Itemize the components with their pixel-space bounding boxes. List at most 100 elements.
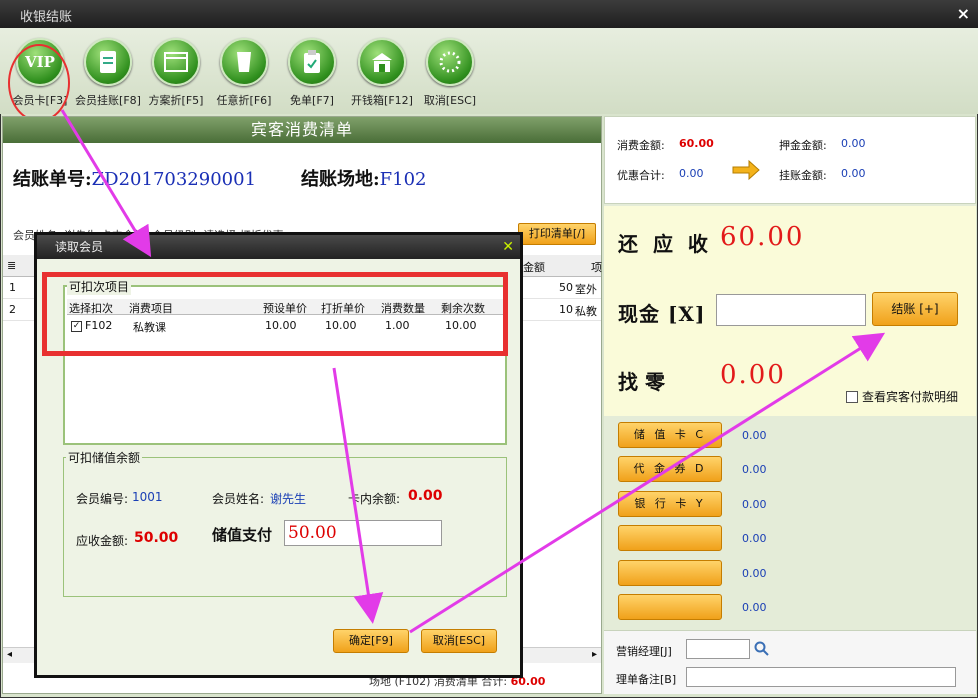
stored-balance-label: 可扣储值余额 — [66, 449, 143, 466]
bank-card-value: 0.00 — [742, 498, 767, 511]
stored-pay-label: 储值支付 — [212, 526, 273, 544]
remark-input[interactable] — [686, 667, 956, 687]
card-balance-value: 0.00 — [408, 488, 443, 504]
close-icon[interactable]: × — [957, 4, 970, 23]
remark-label: 理单备注[B] — [616, 673, 677, 686]
any-discount-button[interactable]: 任意折[F6] — [208, 38, 280, 114]
open-cash-box-button[interactable]: 开钱箱[F12] — [346, 38, 418, 114]
manager-label: 营销经理[J] — [616, 645, 672, 658]
member-credit-button[interactable]: 会员挂账[F8] — [72, 38, 144, 114]
deposit-value: 0.00 — [841, 137, 866, 150]
title-bar: 收银结账 × — [0, 0, 978, 28]
cash-input[interactable] — [716, 294, 866, 326]
cancel-label: 取消[ESC] — [423, 94, 477, 107]
highlight-rectangle — [42, 272, 508, 356]
plan-discount-button[interactable]: 方案折[F5] — [140, 38, 212, 114]
free-order-button[interactable]: 免单[F7] — [276, 38, 348, 114]
credit-label: 挂账金额: — [779, 169, 827, 182]
grid-menu-icon[interactable]: ≣ — [7, 259, 16, 272]
dialog-close-icon[interactable]: ✕ — [502, 235, 514, 259]
checkbox-label: 查看宾客付款明细 — [862, 390, 959, 404]
bill-venue-value: F102 — [379, 169, 427, 190]
summary-box: 消费金额: 60.00 押金金额: 0.00 优惠合计: 0.00 挂账金额: … — [604, 116, 976, 204]
dialog-title-bar: 读取会员 ✕ — [37, 235, 520, 259]
bill-venue-label: 结账场地: — [301, 169, 380, 190]
change-value: 0.00 — [720, 360, 786, 390]
highlight-oval — [8, 44, 70, 122]
receivable-value: 50.00 — [134, 530, 179, 546]
bill-header: 宾客消费清单 — [3, 117, 601, 143]
card-balance-label: 卡内余额: — [348, 492, 401, 506]
pay-box: 还 应 收 60.00 现金 [X] 结账 [+] 找 零 0.00 查看宾客付… — [604, 206, 976, 416]
member-name-value: 谢先生 — [270, 492, 307, 506]
consume-label: 消费金额: — [617, 139, 665, 152]
screen-icon — [152, 38, 200, 86]
cup-icon — [220, 38, 268, 86]
row-amount: 50 — [559, 281, 573, 294]
scroll-left-icon[interactable]: ◂ — [7, 649, 12, 660]
voucher-value: 0.00 — [742, 463, 767, 476]
deposit-label: 押金金额: — [779, 139, 827, 152]
row-item: 私教 — [575, 305, 597, 318]
payment-panel: 消费金额: 60.00 押金金额: 0.00 优惠合计: 0.00 挂账金额: … — [604, 116, 976, 694]
view-payment-detail-checkbox[interactable]: 查看宾客付款明细 — [846, 388, 958, 405]
change-label: 找 零 — [618, 370, 665, 394]
bottom-fields: 营销经理[J] 理单备注[B] — [604, 630, 976, 694]
document-icon — [84, 38, 132, 86]
spinner-icon — [426, 38, 474, 86]
payment-method-button[interactable] — [618, 594, 722, 620]
col-item: 项 — [591, 261, 602, 274]
any-discount-label: 任意折[F6] — [216, 94, 272, 107]
cancel-button[interactable]: 取消[ESC] — [414, 38, 486, 114]
payment-method-button[interactable] — [618, 560, 722, 586]
receivable-label: 应收金额: — [76, 534, 129, 548]
free-order-label: 免单[F7] — [290, 94, 334, 107]
consume-value: 60.00 — [679, 137, 714, 150]
row-index: 2 — [9, 303, 16, 316]
stored-balance-group: 可扣储值余额 会员编号: 1001 会员姓名: 谢先生 卡内余额: 0.00 应… — [63, 449, 507, 597]
member-no-value: 1001 — [132, 490, 163, 504]
open-cash-box-label: 开钱箱[F12] — [351, 94, 413, 107]
row-amount: 10 — [559, 303, 573, 316]
cash-label: 现金 [X] — [618, 302, 706, 326]
bill-venue: 结账场地:F102 — [301, 165, 427, 191]
checkbox-icon — [846, 391, 858, 403]
bank-card-button[interactable]: 银 行 卡 Y — [618, 491, 722, 517]
due-label: 还 应 收 — [618, 232, 712, 256]
payment-method-value: 0.00 — [742, 601, 767, 614]
bill-number-value: ZD201703290001 — [91, 169, 257, 190]
search-icon[interactable] — [754, 641, 770, 657]
cash-box-icon — [358, 38, 406, 86]
row-index: 1 — [9, 281, 16, 294]
clipboard-icon — [288, 38, 336, 86]
dialog-cancel-button[interactable]: 取消[ESC] — [421, 629, 497, 653]
discount-label: 优惠合计: — [617, 169, 665, 182]
arrow-right-icon — [732, 159, 760, 181]
scroll-right-icon[interactable]: ▸ — [592, 649, 597, 660]
payment-method-button[interactable] — [618, 525, 722, 551]
voucher-button[interactable]: 代 金 券 D — [618, 456, 722, 482]
settle-button[interactable]: 结账 [+] — [872, 292, 958, 326]
plan-discount-label: 方案折[F5] — [148, 94, 204, 107]
stored-pay-input[interactable]: 50.00 — [284, 520, 442, 546]
due-value: 60.00 — [720, 222, 805, 252]
toolbar: VIP 会员卡[F3] 会员挂账[F8] 方案折[F5] 任意折[F6] 免单[… — [0, 28, 978, 122]
bill-number: 结账单号:ZD201703290001 — [13, 165, 256, 191]
credit-value: 0.00 — [841, 167, 866, 180]
col-amount: 金额 — [523, 261, 545, 274]
stored-card-value: 0.00 — [742, 429, 767, 442]
member-credit-label: 会员挂账[F8] — [75, 94, 141, 107]
row-item: 室外 — [575, 283, 597, 296]
print-list-button[interactable]: 打印清单[/] — [518, 223, 596, 245]
window-title: 收银结账 — [20, 10, 73, 25]
member-no-label: 会员编号: — [76, 492, 129, 506]
payment-method-value: 0.00 — [742, 567, 767, 580]
manager-input[interactable] — [686, 639, 750, 659]
discount-value: 0.00 — [679, 167, 704, 180]
dialog-title: 读取会员 — [55, 240, 104, 254]
stored-card-button[interactable]: 储 值 卡 C — [618, 422, 722, 448]
payment-method-value: 0.00 — [742, 532, 767, 545]
member-name-label: 会员姓名: — [212, 492, 265, 506]
bill-number-label: 结账单号: — [13, 169, 92, 190]
confirm-button[interactable]: 确定[F9] — [333, 629, 409, 653]
